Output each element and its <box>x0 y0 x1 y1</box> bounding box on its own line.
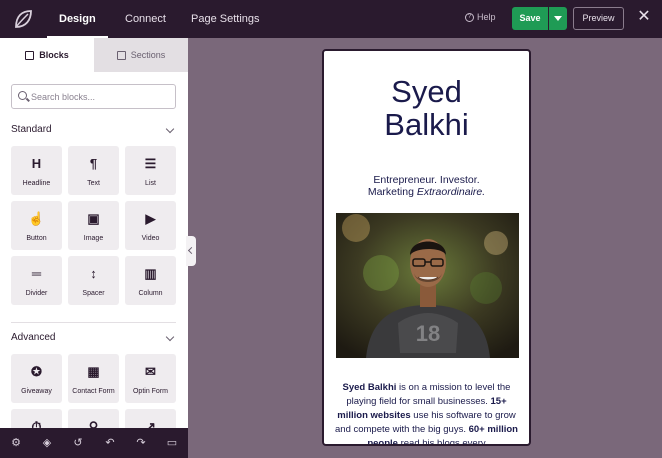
mobile-preview-frame: Syed Balkhi Entrepreneur. Investor. Mark… <box>322 49 531 446</box>
help-link[interactable]: ? Help <box>465 12 496 22</box>
profile-photo-image: 18 <box>336 213 519 358</box>
desktop-preview-icon[interactable]: ▭ <box>165 436 179 450</box>
redo-icon[interactable]: ↷ <box>134 436 148 450</box>
tab-blocks[interactable]: Blocks <box>0 38 94 72</box>
block-image[interactable]: ▣ Image <box>68 201 119 250</box>
chevron-down-icon <box>165 332 175 342</box>
hero-name[interactable]: Syed Balkhi <box>324 75 529 141</box>
contact-form-icon: ▦ <box>87 364 100 379</box>
block-countdown[interactable]: ⏱ <box>11 409 62 428</box>
help-label: Help <box>477 12 496 22</box>
block-label: Video <box>141 235 160 242</box>
block-share[interactable]: ↗ <box>125 409 176 428</box>
block-label: Column <box>138 290 163 297</box>
profile-photo[interactable]: 18 <box>336 213 519 358</box>
social-icon: ⚲ <box>88 419 99 428</box>
svg-text:18: 18 <box>416 321 440 346</box>
block-divider[interactable]: ═ Divider <box>11 256 62 305</box>
standard-section-title: Standard <box>11 124 52 135</box>
block-label: Giveaway <box>21 388 52 395</box>
block-label: Text <box>87 180 100 187</box>
save-button[interactable]: Save <box>512 7 548 30</box>
sidebar-collapse-handle[interactable] <box>186 236 196 266</box>
tab-connect[interactable]: Connect <box>125 0 166 38</box>
list-icon: ☰ <box>144 156 157 171</box>
bio-name: Syed Balkhi <box>342 382 397 393</box>
text-icon: ¶ <box>89 156 98 171</box>
tab-sections[interactable]: Sections <box>94 38 188 72</box>
block-label: Optin Form <box>132 388 168 395</box>
tagline-italic: Extraordinaire. <box>416 186 486 198</box>
search-input[interactable] <box>31 89 171 104</box>
spacer-icon: ↕ <box>90 266 97 281</box>
help-icon: ? <box>465 12 474 22</box>
tagline-line1: Entrepreneur. Investor. <box>373 174 480 186</box>
block-button[interactable]: ☝ Button <box>11 201 62 250</box>
hero-name-line1: Syed <box>391 74 462 109</box>
block-list[interactable]: ☰ List <box>125 146 176 195</box>
bio-text-3: read his blogs every <box>397 438 486 446</box>
save-options-dropdown[interactable] <box>549 7 567 30</box>
sections-icon <box>116 50 126 60</box>
block-label: Image <box>83 235 104 242</box>
video-icon: ▶ <box>145 211 156 226</box>
block-contact-form[interactable]: ▦ Contact Form <box>68 354 119 403</box>
block-optin-form[interactable]: ✉ Optin Form <box>125 354 176 403</box>
block-label: Divider <box>25 290 48 297</box>
tab-blocks-label: Blocks <box>39 50 69 60</box>
tagline-plain: Marketing <box>367 186 417 198</box>
block-giveaway[interactable]: ✪ Giveaway <box>11 354 62 403</box>
countdown-icon: ⏱ <box>31 419 42 428</box>
hero-name-line2: Balkhi <box>384 107 469 142</box>
undo-icon[interactable]: ↶ <box>103 436 117 450</box>
blocks-icon <box>25 50 35 60</box>
block-headline[interactable]: H Headline <box>11 146 62 195</box>
advanced-section-header[interactable]: Advanced <box>11 332 176 346</box>
image-icon: ▣ <box>87 211 100 226</box>
block-social[interactable]: ⚲ <box>68 409 119 428</box>
block-text[interactable]: ¶ Text <box>68 146 119 195</box>
layers-icon[interactable]: ◈ <box>40 436 54 450</box>
history-icon[interactable]: ↺ <box>71 436 85 450</box>
block-label: Headline <box>22 180 51 187</box>
optin-form-icon: ✉ <box>145 364 156 379</box>
block-label: Contact Form <box>72 388 115 395</box>
block-spacer[interactable]: ↕ Spacer <box>68 256 119 305</box>
leaf-logo-icon[interactable] <box>12 8 34 30</box>
preview-button[interactable]: Preview <box>573 7 624 30</box>
block-video[interactable]: ▶ Video <box>125 201 176 250</box>
block-label: List <box>145 180 156 187</box>
search-icon <box>18 91 27 100</box>
tab-page-settings[interactable]: Page Settings <box>191 0 260 38</box>
hero-tagline[interactable]: Entrepreneur. Investor. Marketing Extrao… <box>324 174 529 198</box>
bio-paragraph[interactable]: Syed Balkhi is on a mission to level the… <box>334 381 519 446</box>
sidebar-tabs: Blocks Sections <box>0 38 188 72</box>
share-icon: ↗ <box>145 419 156 428</box>
top-bar: Design Connect Page Settings ? Help Save… <box>0 0 662 38</box>
button-icon: ☝ <box>28 211 45 226</box>
tagline-line2: Marketing Extraordinaire. <box>324 186 529 198</box>
advanced-section-title: Advanced <box>11 332 56 343</box>
section-divider <box>11 322 176 323</box>
headline-icon: H <box>31 156 42 171</box>
chevron-down-icon <box>165 124 175 134</box>
block-label: Button <box>26 235 47 242</box>
sidebar: Blocks Sections Standard H Headline ¶ Text ☰… <box>0 38 188 428</box>
divider-icon: ═ <box>31 266 42 281</box>
standard-section-header[interactable]: Standard <box>11 124 176 138</box>
block-column[interactable]: ▥ Column <box>125 256 176 305</box>
column-icon: ▥ <box>144 266 157 281</box>
tab-sections-label: Sections <box>130 50 166 60</box>
close-icon[interactable]: ✕ <box>636 9 652 25</box>
settings-icon[interactable]: ⚙ <box>9 436 23 450</box>
tab-design[interactable]: Design <box>47 0 108 38</box>
search-box <box>11 84 176 109</box>
block-label: Spacer <box>82 290 105 297</box>
giveaway-icon: ✪ <box>31 364 42 379</box>
bottom-toolbar: ⚙ ◈ ↺ ↶ ↷ ▭ <box>0 428 188 458</box>
